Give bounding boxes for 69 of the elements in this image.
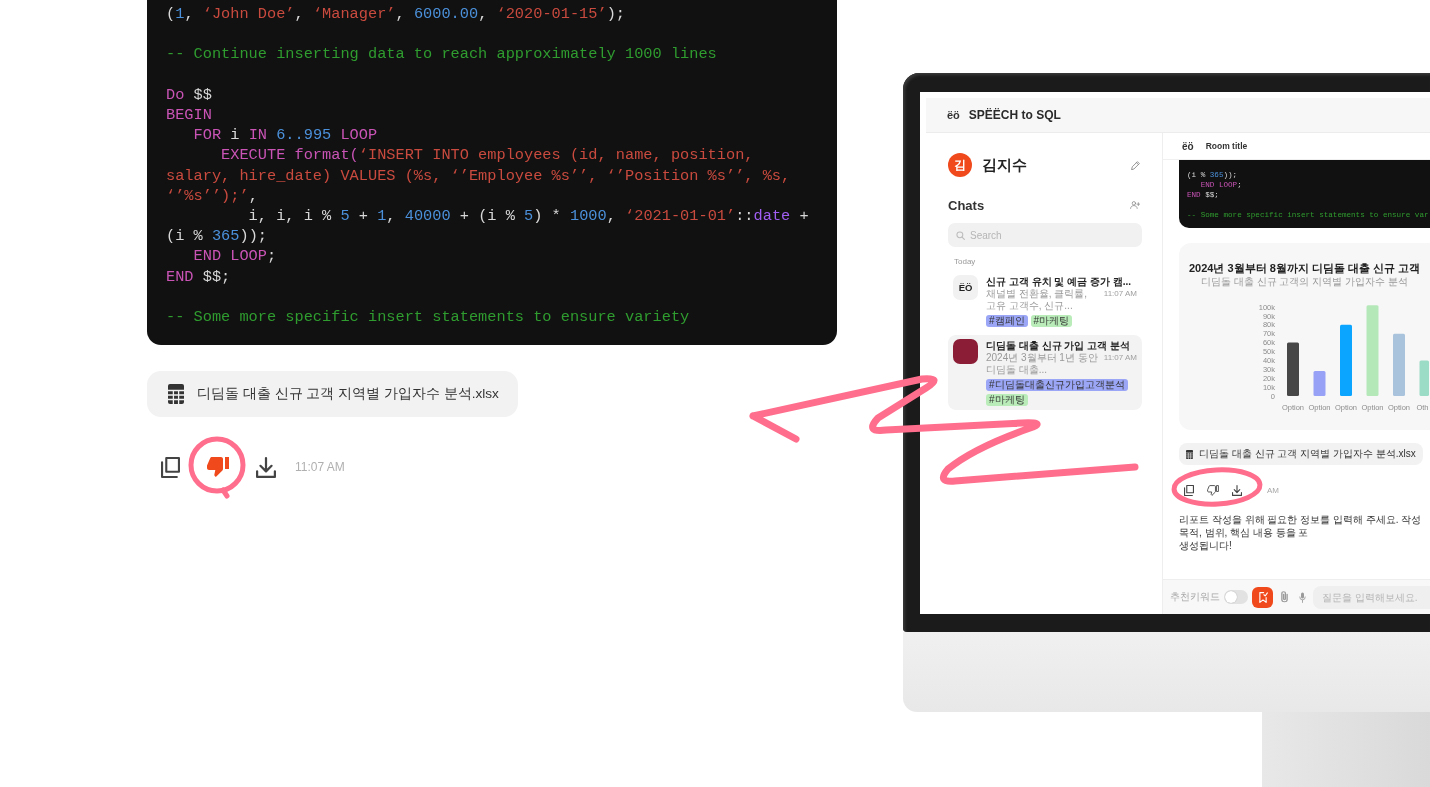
copy-icon [1184,484,1194,496]
code-line: (i % 365)); [166,226,267,247]
avatar: 김 [948,153,972,177]
tag: #캠페인 [986,315,1028,327]
download-button[interactable] [1229,482,1245,498]
pencil-icon [1130,160,1140,170]
bar [1313,371,1326,396]
app-logo: ëö [947,109,960,121]
section-label: Today [953,257,976,267]
chat-time: 11:07 AM [1103,288,1137,300]
edit-button[interactable] [1128,158,1142,172]
room-logo: ëö [1182,140,1194,152]
search-icon [956,230,965,240]
download-icon [256,456,276,478]
bar [1340,324,1352,396]
timestamp: 11:07 AM [295,460,345,474]
code-line: (1, ‘John Doe’, ‘Manager’, 6000.00, ‘2020-01-15’); [166,4,625,25]
bookmark-button[interactable] [1252,586,1273,608]
chat-time: 11:07 AM [1103,352,1137,364]
code-line: FOR i IN 6..995 LOOP [192,125,378,146]
room-title: Room title [1205,141,1248,151]
code-line: -- Some more specific insert statements to ensure variety [166,307,690,328]
message-text: 생성됩니다! [1179,539,1233,552]
tag: #마케팅 [986,394,1028,406]
chart-subtitle: 디딤돌 대출 신규 고객의 지역별 가입자수 분석 [1201,275,1408,288]
bar [1393,333,1405,396]
code-line: Do $$ [166,84,212,105]
timestamp: AM [1267,485,1279,495]
file-attachment[interactable]: 디딤돌 대출 신규 고객 지역별 가입자수 분석.xlsx [147,371,518,417]
bar [1287,342,1299,396]
search-field[interactable]: Search [948,223,1142,247]
message-text: 리포트 작성을 위해 필요한 정보를 입력해 주세요. 작성 목적, 범위, 핵심 내용 등을 포 [1179,513,1423,539]
copy-button[interactable] [1181,482,1197,498]
code-line: END $$; [166,266,231,287]
chat-list-item[interactable]: 디딤돌 대출 신규 가입 고객 분석 2024년 3월부터 1년 동안 디딤돌 대출... 11:07 AM #디딤돌대출신규가입고객분석 #마케팅 [948,335,1142,410]
code-line: END LOOP; [192,246,277,267]
microphone-icon [1298,591,1306,603]
chat-preview: 채널별 전환율, 클릭률, 고유 고객수, 신규... [986,288,1089,312]
download-icon [1232,484,1242,496]
spreadsheet-icon [168,384,184,404]
code-line: i, i, i % 5 + 1, 40000 + (i % 5) * 1000, ‘2021-01-01’::date + [247,206,809,227]
chart-title: 2024년 3월부터 8월까지 디딤돌 대출 신규 고객 [1188,261,1420,275]
bar [1419,360,1429,396]
keyword-label: 추천키워드 [1170,590,1220,604]
chat-title: 신규 고객 유치 및 예금 증가 캠... [986,275,1131,288]
chat-preview: 2024년 3월부터 1년 동안 디딤돌 대출... [986,352,1099,376]
photo-placeholder [953,339,978,364]
tag: #디딤돌대출신규가입고객분석 [986,379,1128,391]
tag: #마케팅 [1030,315,1073,327]
section-heading: Chats [948,197,985,213]
user-name: 김지수 [982,155,1027,175]
code-line: BEGIN [166,105,212,126]
keywords-toggle[interactable] [1224,590,1248,604]
add-person-icon [1130,201,1140,209]
bookmark-check-icon [1257,591,1268,603]
code-line: salary, hire_date) VALUES (%s, ‘’Employee %s’’, ‘’Position %s’’, %s, [166,165,791,186]
add-person-button[interactable] [1128,198,1142,212]
paperclip-icon [1280,591,1288,603]
highlight-circle [188,436,246,499]
spreadsheet-icon [1186,449,1193,459]
copy-icon [160,456,180,478]
code-line: EXECUTE format(‘INSERT INTO employees (id, name, position, [220,145,754,166]
app-title: SPËËCH to SQL [968,108,1061,122]
file-attachment[interactable]: 디딤돌 대출 신규 고객 지역별 가입자수 분석.xlsx [1179,443,1423,465]
code-line: -- Continue inserting data to reach approximately 1000 lines [166,44,717,65]
chat-logo: ËÖ [953,275,978,300]
chat-list-item[interactable]: ËÖ 신규 고객 유치 및 예금 증가 캠... 채널별 전환율, 클릭률, 고유 고객수, 신규... 11:07 AM #캠페인 #마케팅 [948,271,1142,331]
chat-title: 디딤돌 대출 신규 가입 고객 분석 [986,339,1130,352]
code-line: ‘’%s’’);’, [166,185,258,206]
